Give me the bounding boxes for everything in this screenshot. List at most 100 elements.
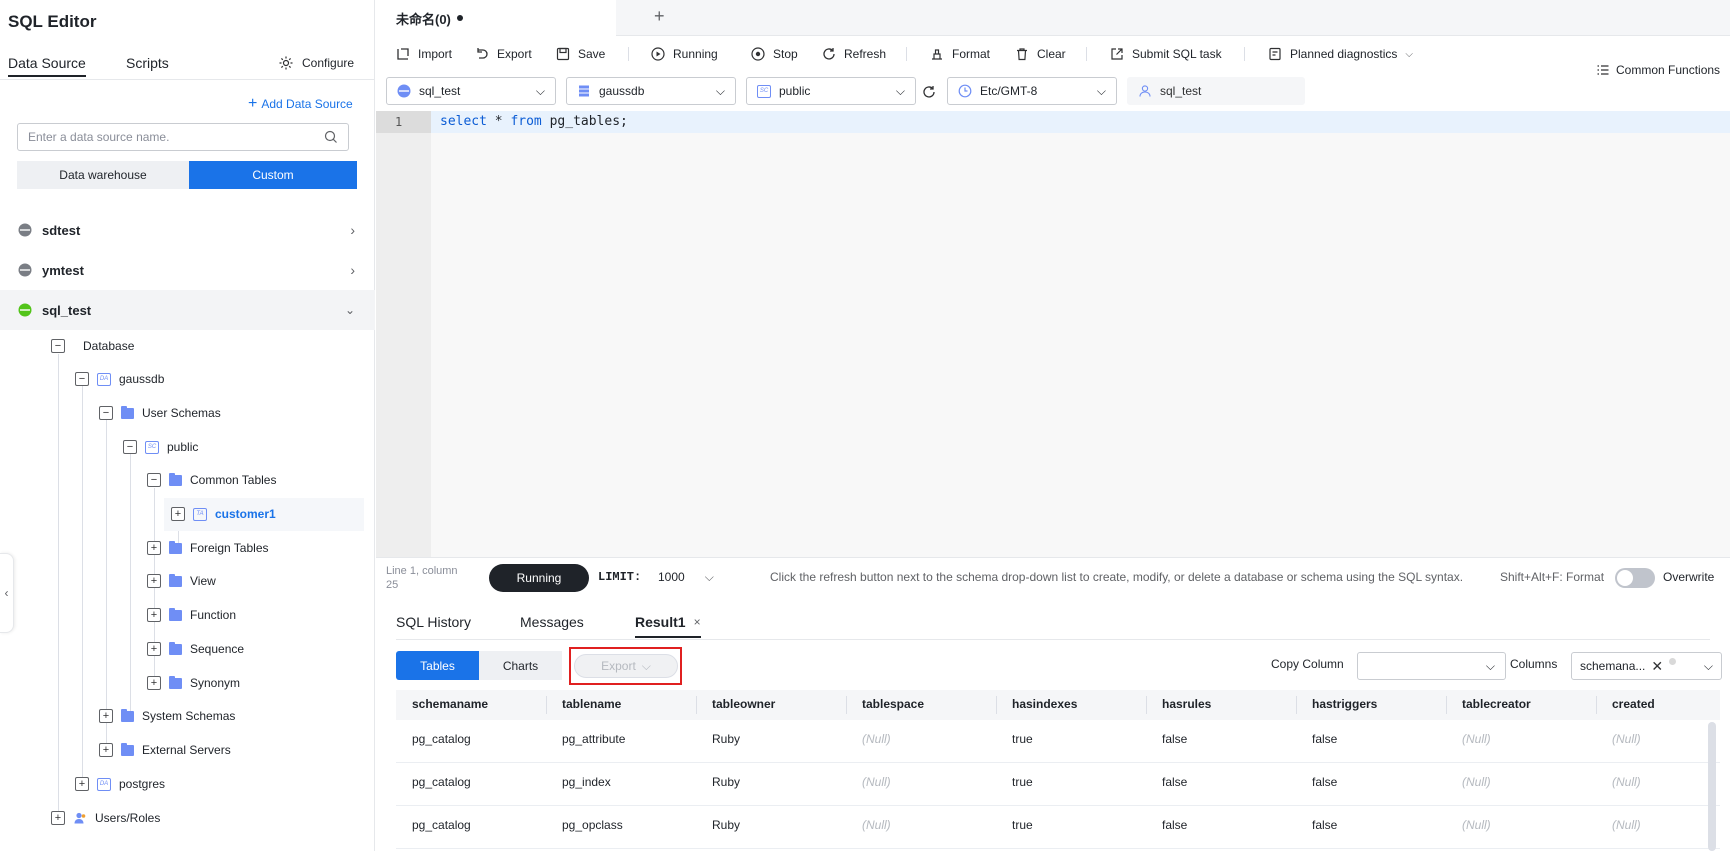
column-header[interactable]: tablecreator (1462, 697, 1531, 711)
format-button[interactable]: Format (930, 45, 990, 63)
refresh-button[interactable]: Refresh (822, 45, 886, 63)
expand-icon[interactable]: + (99, 743, 113, 757)
submit-sql-task-button[interactable]: Submit SQL task (1110, 45, 1222, 63)
code-editor[interactable] (376, 111, 1730, 557)
tree-node-synonym[interactable]: + Synonym (147, 670, 240, 696)
expand-icon[interactable]: + (147, 574, 161, 588)
run-button[interactable]: Running (489, 564, 589, 592)
tab-messages[interactable]: Messages (520, 614, 584, 630)
column-header[interactable]: hasindexes (1012, 697, 1077, 711)
datasource-item-ymtest[interactable]: ymtest › (0, 250, 375, 290)
column-header[interactable]: tableowner (712, 697, 775, 711)
tree-node-customer1[interactable]: + TA customer1 (171, 501, 276, 527)
column-header[interactable]: hastriggers (1312, 697, 1377, 711)
tree-node-database[interactable]: − Database (51, 333, 134, 359)
collapse-icon[interactable]: − (123, 440, 137, 454)
user-field-value: sql_test (1160, 84, 1202, 98)
tab-scripts[interactable]: Scripts (126, 55, 169, 71)
datasource-item-sql-test[interactable]: sql_test ⌄ (0, 290, 375, 330)
datasource-item-sdtest[interactable]: sdtest › (0, 210, 375, 250)
tree-guide (130, 454, 131, 718)
tree-node-user-schemas[interactable]: − User Schemas (99, 400, 221, 426)
table-scrollbar[interactable] (1708, 722, 1716, 851)
format-label: Format (952, 47, 991, 61)
column-header[interactable]: schemaname (412, 697, 488, 711)
clear-button[interactable]: Clear (1015, 45, 1066, 63)
active-gutter-highlight (376, 111, 431, 133)
timezone-select[interactable]: Etc/GMT-8 ⌵ (947, 77, 1117, 105)
datasource-select[interactable]: sql_test ⌵ (386, 77, 556, 105)
refresh-schema-button[interactable] (922, 84, 936, 99)
export-button[interactable]: Export (475, 45, 532, 63)
schema-select[interactable]: SC public ⌵ (746, 77, 916, 105)
import-button[interactable]: Import (396, 45, 452, 63)
column-header[interactable]: tablename (562, 697, 621, 711)
tree-node-view[interactable]: + View (147, 568, 216, 594)
expand-icon[interactable]: + (51, 811, 65, 825)
schema-badge-icon: SC (757, 84, 771, 98)
limit-select[interactable]: 1000 ⌵ (658, 568, 738, 586)
datasource-search-input[interactable]: Enter a data source name. (17, 123, 349, 151)
stop-label: Stop (773, 47, 798, 61)
expand-icon[interactable]: + (147, 642, 161, 656)
submit-label: Submit SQL task (1132, 47, 1222, 61)
plus-icon: + (248, 95, 258, 112)
tree-node-users-roles[interactable]: + Users/Roles (51, 805, 160, 831)
add-tab-button[interactable]: + (654, 6, 665, 27)
collapse-icon[interactable]: − (75, 372, 89, 386)
tree-guide (82, 386, 83, 784)
results-export-button[interactable]: Export ⌵ (574, 654, 678, 678)
common-functions-label: Common Functions (1616, 63, 1721, 77)
subtab-tables[interactable]: Tables (396, 651, 479, 680)
expand-icon[interactable]: + (147, 541, 161, 555)
expand-icon[interactable]: + (75, 777, 89, 791)
tree-node-external-servers[interactable]: + External Servers (99, 737, 231, 763)
close-icon[interactable]: ✕ (1651, 658, 1663, 675)
tree-node-function[interactable]: + Function (147, 602, 236, 628)
tree-node-postgres[interactable]: + DA postgres (75, 771, 165, 797)
cursor-position-column: 25 (386, 579, 399, 591)
tree-node-public[interactable]: − SC public (123, 434, 198, 460)
collapse-icon[interactable]: − (147, 473, 161, 487)
segment-data-warehouse[interactable]: Data warehouse (17, 161, 189, 189)
planned-diagnostics-dropdown[interactable]: Planned diagnostics ⌵ (1268, 45, 1413, 63)
expand-icon[interactable]: + (99, 709, 113, 723)
overwrite-toggle[interactable] (1615, 568, 1655, 588)
subtab-charts[interactable]: Charts (479, 651, 562, 680)
table-cell: pg_catalog (412, 818, 471, 832)
configure-button[interactable]: Configure (278, 55, 354, 71)
copy-column-select[interactable]: ⌵ (1357, 652, 1506, 680)
expand-icon[interactable]: + (147, 608, 161, 622)
timezone-select-value: Etc/GMT-8 (980, 84, 1038, 98)
editor-tab[interactable]: 未命名(0) (376, 0, 616, 36)
tab-data-source[interactable]: Data Source (8, 55, 86, 71)
tree-node-common-tables[interactable]: − Common Tables (147, 467, 276, 493)
running-button[interactable]: Running (651, 45, 718, 63)
tree-node-system-schemas[interactable]: + System Schemas (99, 703, 235, 729)
stop-button[interactable]: Stop (751, 45, 798, 63)
column-header[interactable]: tablespace (862, 697, 924, 711)
external-link-icon (1111, 48, 1123, 60)
segment-custom[interactable]: Custom (189, 161, 357, 189)
tree-node-foreign-tables[interactable]: + Foreign Tables (147, 535, 269, 561)
column-header[interactable]: hasrules (1162, 697, 1211, 711)
add-data-source-link[interactable]: + Add Data Source (248, 95, 353, 112)
code-line[interactable]: select * from pg_tables; (440, 114, 628, 129)
collapse-icon[interactable]: − (99, 406, 113, 420)
database-select[interactable]: gaussdb ⌵ (566, 77, 736, 105)
user-field: sql_test (1127, 77, 1305, 105)
tree-node-sequence[interactable]: + Sequence (147, 636, 244, 662)
common-functions-button[interactable]: Common Functions (1596, 63, 1720, 77)
expand-icon[interactable]: + (147, 676, 161, 690)
collapse-icon[interactable]: − (51, 339, 65, 353)
save-button[interactable]: Save (556, 45, 605, 63)
stop-icon (751, 47, 765, 61)
tab-result1[interactable]: Result1 × (635, 614, 701, 630)
close-icon[interactable]: × (694, 615, 701, 629)
tree-node-gaussdb[interactable]: − DA gaussdb (75, 366, 164, 392)
collapse-sidebar-button[interactable]: ‹ (0, 553, 14, 633)
columns-select[interactable]: schemana... ✕ ⌵ (1571, 652, 1722, 680)
column-header[interactable]: created (1612, 697, 1655, 711)
tab-sql-history[interactable]: SQL History (396, 614, 471, 630)
expand-icon[interactable]: + (171, 507, 185, 521)
